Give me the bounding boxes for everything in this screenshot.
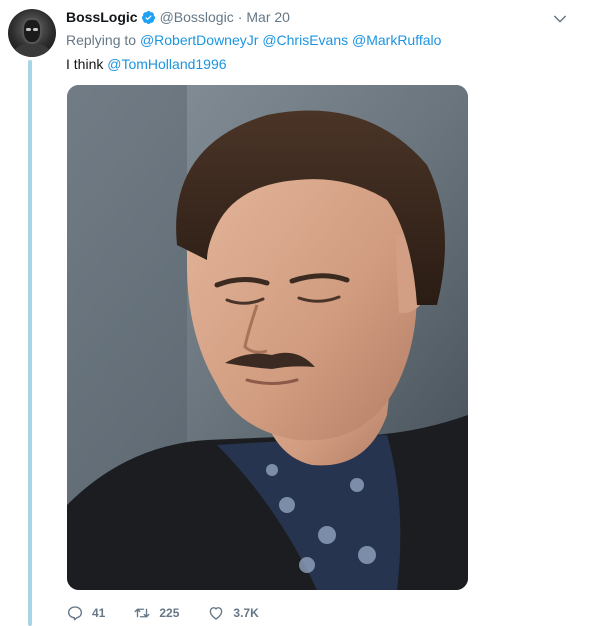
like-action[interactable]: 3.7K xyxy=(207,604,259,622)
tweet-text: I think @TomHolland1996 xyxy=(66,56,227,72)
portrait-illustration xyxy=(67,85,468,590)
tweet-date[interactable]: Mar 20 xyxy=(246,9,290,25)
tweet-text-prefix: I think xyxy=(66,56,104,72)
tweet-photo[interactable] xyxy=(67,85,468,590)
avatar-shoulders xyxy=(14,43,50,57)
mention-chrisevans[interactable]: @ChrisEvans xyxy=(262,32,348,48)
replying-to-label: Replying to xyxy=(66,32,137,48)
display-name[interactable]: BossLogic xyxy=(66,9,138,25)
avatar-eye-left xyxy=(26,28,31,31)
heart-icon xyxy=(210,607,223,620)
reply-icon xyxy=(67,606,83,621)
verified-badge-icon xyxy=(141,10,155,24)
retweet-count: 225 xyxy=(159,606,180,620)
reply-action[interactable]: 41 xyxy=(66,604,105,622)
handle[interactable]: @Bosslogic xyxy=(160,9,234,25)
tweet-actions: 41 225 3.7K xyxy=(66,603,287,623)
like-count: 3.7K xyxy=(233,606,259,620)
tweet-header: BossLogic @Bosslogic · Mar 20 xyxy=(66,8,290,26)
retweet-action[interactable]: 225 xyxy=(133,604,179,622)
avatar-eye-right xyxy=(33,28,38,31)
separator-dot: · xyxy=(237,9,243,25)
mention-robertdowneyjr[interactable]: @RobertDowneyJr xyxy=(140,32,258,48)
reply-count: 41 xyxy=(92,606,106,620)
retweet-icon xyxy=(134,608,150,618)
mention-markruffalo[interactable]: @MarkRuffalo xyxy=(352,32,441,48)
replying-to: Replying to @RobertDowneyJr @ChrisEvans … xyxy=(66,32,441,48)
mention-tomholland1996[interactable]: @TomHolland1996 xyxy=(107,56,226,72)
tweet[interactable]: BossLogic @Bosslogic · Mar 20 Replying t… xyxy=(0,0,601,626)
avatar-mask xyxy=(22,18,42,44)
thread-line xyxy=(28,60,32,626)
chevron-down-icon[interactable] xyxy=(551,10,569,28)
avatar[interactable] xyxy=(8,9,56,57)
